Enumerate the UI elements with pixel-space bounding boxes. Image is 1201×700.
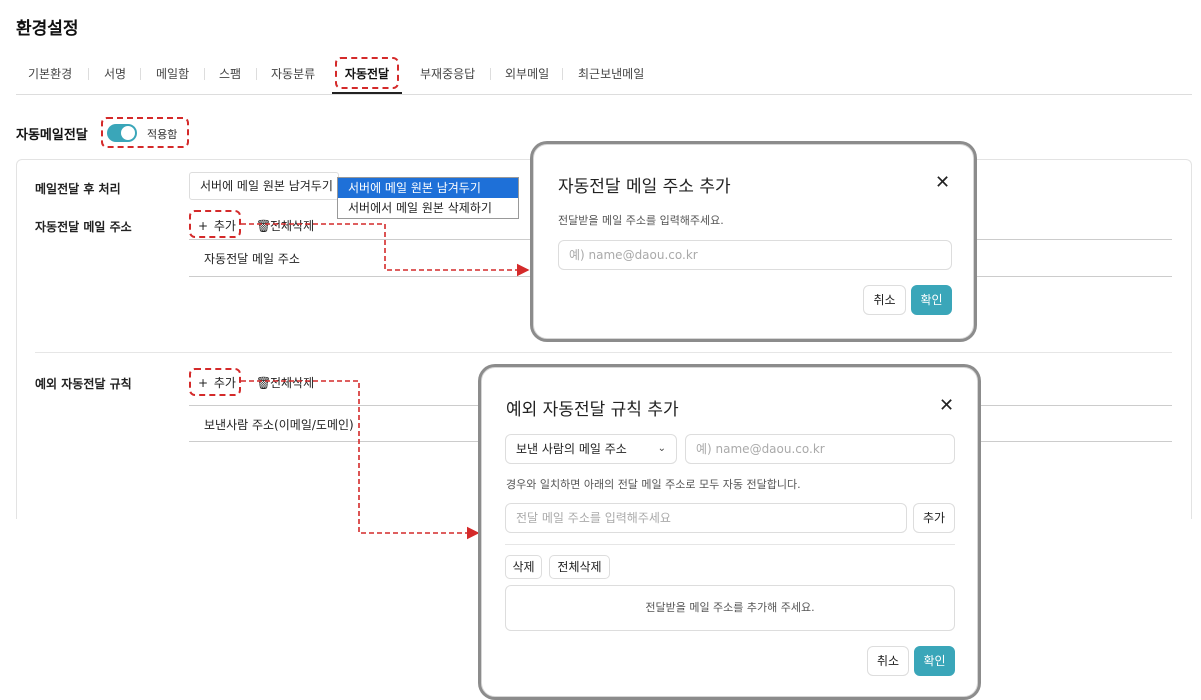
condition-select[interactable]: 보낸 사람의 메일 주소 ⌄ [505,434,677,464]
condition-select-value: 보낸 사람의 메일 주소 [516,442,627,456]
cancel-button[interactable]: 취소 [867,646,909,676]
empty-state: 전달받을 메일 주소를 추가해 주세요. [505,585,955,631]
add-button[interactable]: 추가 [913,503,955,533]
delete-button[interactable]: 삭제 [505,555,542,579]
modal-title: 자동전달 메일 주소 추가 [558,177,731,197]
address-input[interactable]: 예) name@daou.co.kr [558,240,952,270]
close-icon[interactable]: ✕ [939,395,954,416]
rule-add-modal: 예외 자동전달 규칙 추가 ✕ 보낸 사람의 메일 주소 ⌄ 예) name@d… [481,367,978,697]
address-add-modal: 자동전달 메일 주소 추가 ✕ 전달받을 메일 주소를 입력해주세요. 예) n… [533,144,974,339]
delete-all-button[interactable]: 전체삭제 [549,555,610,579]
arrow-to-address-modal [241,223,530,277]
confirm-button[interactable]: 확인 [914,646,955,676]
chevron-down-icon: ⌄ [657,443,666,454]
modal-divider [505,544,955,545]
cancel-button[interactable]: 취소 [863,285,906,315]
arrow-to-rule-modal [241,380,480,540]
modal-description: 경우와 일치하면 아래의 전달 메일 주소로 모두 자동 전달합니다. [506,478,801,491]
modal-title: 예외 자동전달 규칙 추가 [506,400,679,420]
close-icon[interactable]: ✕ [935,172,950,193]
confirm-button[interactable]: 확인 [911,285,952,315]
modal-description: 전달받을 메일 주소를 입력해주세요. [558,214,724,227]
condition-input[interactable]: 예) name@daou.co.kr [685,434,955,464]
forward-address-input[interactable]: 전달 메일 주소를 입력해주세요 [505,503,907,533]
